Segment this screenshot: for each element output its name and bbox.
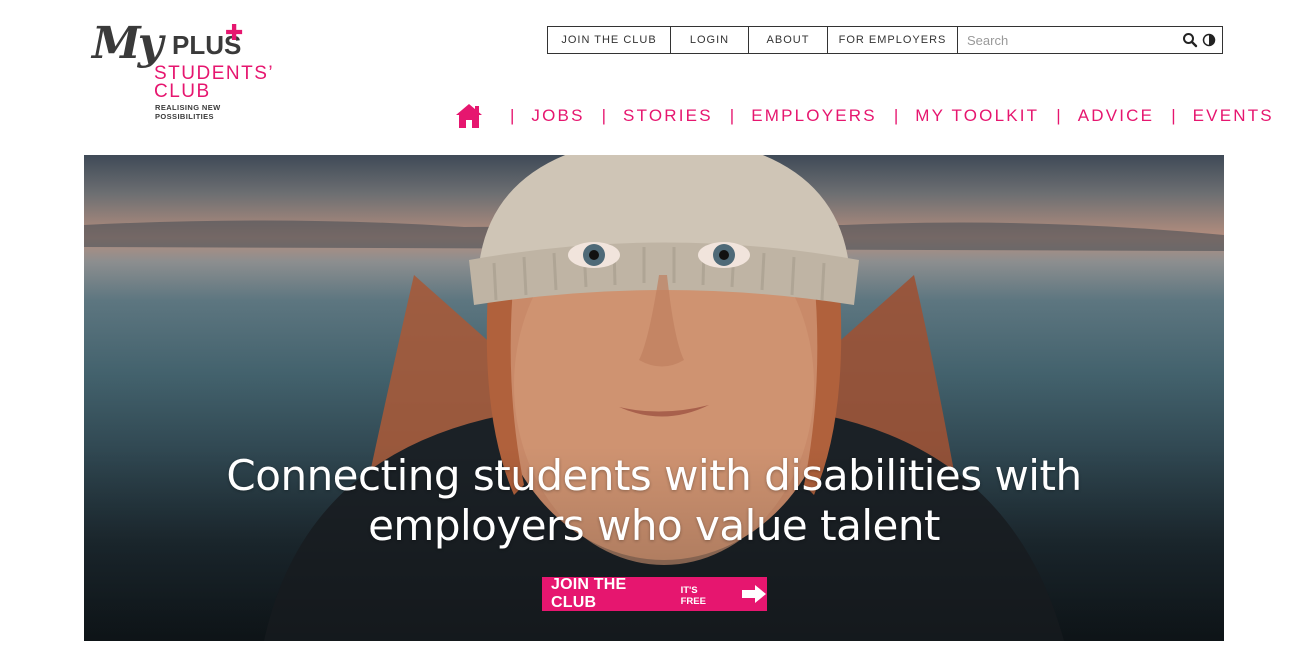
join-the-club-button[interactable]: JOIN THE CLUB IT'S FREE xyxy=(542,576,767,611)
logo-club: CLUB xyxy=(154,81,211,102)
nav-advice[interactable]: ADVICE xyxy=(1067,106,1166,126)
cta-sub-label: IT'S FREE xyxy=(680,584,706,607)
nav-events[interactable]: EVENTS xyxy=(1182,106,1285,126)
hero-heading-line1: Connecting students with disabilities wi… xyxy=(226,451,1082,500)
logo-my: My xyxy=(92,18,163,69)
nav-jobs[interactable]: JOBS xyxy=(520,106,595,126)
nav-separator: | xyxy=(601,106,607,125)
contrast-toggle-icon[interactable] xyxy=(1202,33,1216,47)
nav-separator: | xyxy=(893,106,899,125)
hero-heading: Connecting students with disabilities wi… xyxy=(84,451,1224,551)
hero-shade-overlay xyxy=(84,155,1224,641)
logo-tagline-line1: REALISING NEW xyxy=(155,103,221,112)
search-box xyxy=(958,27,1222,53)
logo[interactable]: My PLUS ✚ STUDENTS’ CLUB REALISING NEW P… xyxy=(92,18,282,128)
utility-bar: JOIN THE CLUB LOGIN ABOUT FOR EMPLOYERS xyxy=(547,26,1223,54)
nav-stories[interactable]: STORIES xyxy=(612,106,724,126)
home-icon[interactable] xyxy=(454,102,484,130)
hero-heading-line2: employers who value talent xyxy=(368,501,940,550)
join-the-club-link[interactable]: JOIN THE CLUB xyxy=(548,27,671,53)
about-link[interactable]: ABOUT xyxy=(749,27,828,53)
search-icon[interactable] xyxy=(1182,32,1198,48)
arrow-right-icon xyxy=(741,584,767,604)
search-input[interactable] xyxy=(967,30,1178,50)
nav-separator: | xyxy=(510,106,515,125)
nav-separator: | xyxy=(729,106,735,125)
logo-tagline: REALISING NEW POSSIBILITIES xyxy=(155,103,245,121)
nav-separator: | xyxy=(1056,106,1061,125)
login-link[interactable]: LOGIN xyxy=(671,27,749,53)
hero-banner: Connecting students with disabilities wi… xyxy=(84,155,1224,641)
nav-my-toolkit[interactable]: MY TOOLKIT xyxy=(904,106,1050,126)
logo-plus-star-icon: ✚ xyxy=(225,20,244,45)
nav-employers[interactable]: EMPLOYERS xyxy=(740,106,888,126)
nav-separator: | xyxy=(1171,106,1176,125)
cta-main-label: JOIN THE CLUB xyxy=(551,576,627,611)
for-employers-link[interactable]: FOR EMPLOYERS xyxy=(828,27,958,53)
logo-tagline-line2: POSSIBILITIES xyxy=(155,112,214,121)
main-nav: | JOBS | STORIES | EMPLOYERS | MY TOOLKI… xyxy=(454,100,1285,132)
